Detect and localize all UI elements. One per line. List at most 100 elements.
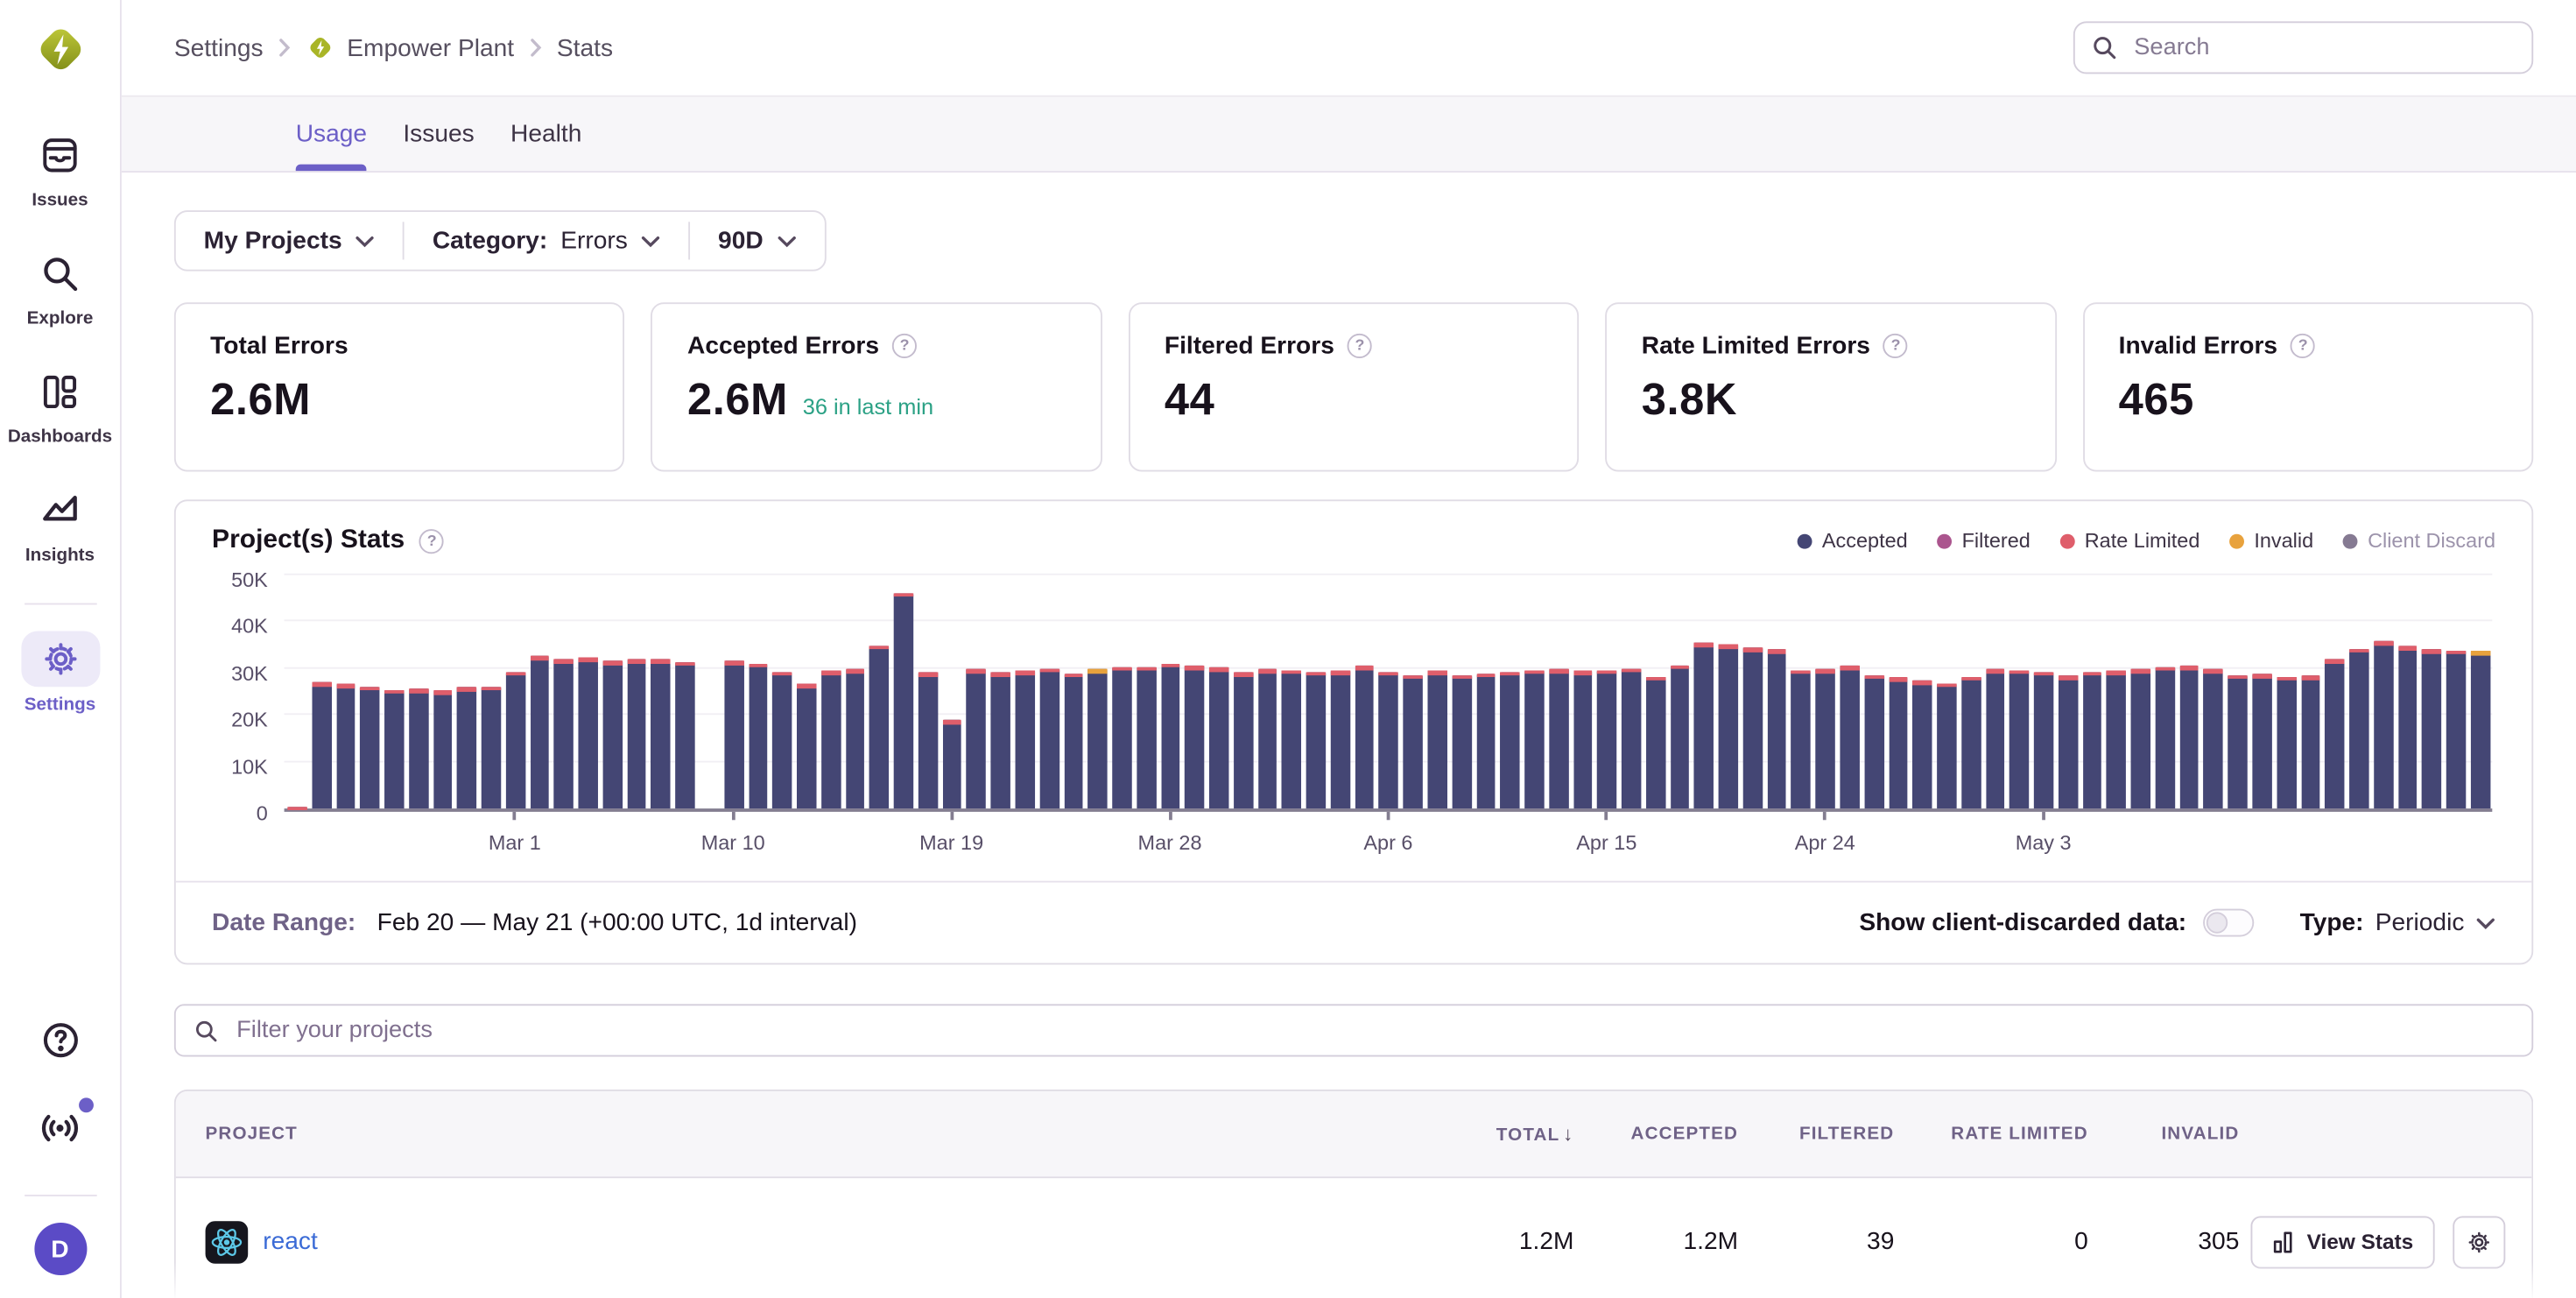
column-header-invalid[interactable]: INVALID (2088, 1124, 2240, 1144)
filter-projects-input[interactable] (233, 1016, 2513, 1046)
chart-bar (1015, 671, 1034, 808)
card-value: 2.6M (210, 375, 311, 426)
chevron-down-icon (2476, 916, 2496, 929)
chart-bar (2156, 667, 2175, 808)
column-header-project[interactable]: PROJECT (176, 1124, 1397, 1144)
tab-issues[interactable]: Issues (403, 97, 474, 171)
sidebar-divider (24, 603, 96, 605)
sidebar-item-insights[interactable]: Insights (20, 482, 99, 566)
sidebar-bottom: D (24, 1019, 96, 1298)
client-discard-toggle[interactable] (2203, 909, 2254, 937)
react-platform-icon (206, 1220, 249, 1263)
breadcrumb-organization[interactable]: Empower Plant (306, 33, 514, 63)
chart-bar (1986, 669, 2005, 808)
chart-bar (506, 671, 525, 808)
card-title: Invalid Errors (2119, 332, 2277, 360)
toggle-knob (2206, 912, 2228, 933)
type-value: Periodic (2375, 909, 2465, 937)
chart-bar (1404, 674, 1423, 808)
chart-bar (1306, 672, 1326, 808)
column-header-rate-limited[interactable]: RATE LIMITED (1894, 1124, 2087, 1144)
help-circle-icon[interactable]: ? (419, 528, 444, 553)
projects-table: PROJECT TOTAL↓ ACCEPTED FILTERED RATE LI… (174, 1090, 2533, 1298)
sidebar-item-issues[interactable]: Issues (20, 126, 99, 210)
project-stats-panel: Project(s) Stats ? AcceptedFilteredRate … (174, 499, 2533, 964)
chart-bar (1476, 674, 1496, 809)
column-header-total[interactable]: TOTAL↓ (1397, 1122, 1574, 1145)
legend-item[interactable]: Rate Limited (2060, 529, 2200, 552)
type-dropdown[interactable]: Type: Periodic (2300, 909, 2495, 937)
stat-card-rate-limited-errors: Rate Limited Errors ? 3.8K (1605, 302, 2056, 471)
legend-item[interactable]: Filtered (1937, 529, 2030, 552)
chevron-down-icon (355, 234, 376, 247)
chart-bar (1694, 644, 1714, 809)
chart-bar (2252, 674, 2271, 808)
sidebar-item-label: Issues (32, 191, 88, 211)
project-settings-button[interactable] (2453, 1216, 2505, 1268)
chart-bar (1646, 677, 1665, 808)
chart-bar (2082, 671, 2101, 808)
chart-bar (1064, 674, 1083, 808)
chart-bar (2374, 641, 2393, 808)
breadcrumb-settings[interactable]: Settings (174, 33, 264, 61)
tab-usage[interactable]: Usage (296, 97, 367, 171)
sidebar-item-label: Insights (25, 546, 95, 566)
y-axis-label: 20K (231, 709, 268, 731)
card-value: 3.8K (1642, 375, 1737, 426)
chart-bar (1234, 673, 1253, 809)
chart-bar (2131, 669, 2150, 808)
search-input[interactable] (2131, 33, 2516, 63)
chart-bar (918, 673, 938, 808)
help-circle-icon[interactable]: ? (1348, 334, 1372, 358)
legend-item[interactable]: Invalid (2229, 529, 2313, 552)
category-dropdown[interactable]: Category: Errors (405, 212, 688, 270)
chart-bar (1161, 664, 1180, 808)
org-avatar-icon (306, 33, 335, 63)
y-axis-label: 40K (231, 615, 268, 638)
help-circle-icon[interactable]: ? (892, 334, 917, 358)
sidebar-item-explore[interactable]: Explore (20, 245, 99, 329)
help-circle-icon[interactable]: ? (1883, 334, 1908, 358)
x-axis-tick: Apr 6 (1363, 812, 1412, 855)
tab-health[interactable]: Health (510, 97, 581, 171)
legend-item[interactable]: Client Discard (2343, 529, 2495, 552)
chart-bar (1137, 667, 1156, 808)
column-header-filtered[interactable]: FILTERED (1738, 1124, 1894, 1144)
sidebar-item-settings[interactable]: Settings (20, 631, 99, 715)
project-link[interactable]: react (263, 1228, 318, 1256)
chart-bar (1549, 669, 1568, 808)
whats-new-button[interactable] (38, 1106, 82, 1159)
chart-bar (967, 669, 986, 808)
sidebar-item-dashboards[interactable]: Dashboards (8, 363, 112, 448)
chart-ylabels: 010K20K30K40K50K (212, 578, 285, 811)
chart-bar (1840, 667, 1859, 809)
chart-bar (1088, 669, 1108, 808)
stat-card-invalid-errors: Invalid Errors ? 465 (2082, 302, 2533, 471)
chart-bar (312, 682, 331, 808)
chart-bar (1597, 670, 1616, 808)
help-icon (39, 1019, 81, 1062)
legend-dot (2229, 533, 2244, 548)
y-axis-label: 10K (231, 755, 268, 778)
chart-bar (1913, 681, 1932, 808)
filtered-cell: 39 (1738, 1228, 1894, 1256)
date-period-dropdown[interactable]: 90D (690, 212, 824, 270)
help-circle-icon[interactable]: ? (2291, 334, 2315, 358)
view-stats-button[interactable]: View Stats (2251, 1216, 2435, 1268)
help-button[interactable] (39, 1019, 81, 1069)
project-filter-dropdown[interactable]: My Projects (176, 212, 403, 270)
chart-bar (1767, 649, 1786, 808)
breadcrumb-current-page: Stats (557, 33, 613, 61)
legend-item[interactable]: Accepted (1798, 529, 1908, 552)
insights-chart-icon (20, 482, 99, 538)
table-row: react 1.2M 1.2M 39 0 305 View Stats (176, 1178, 2532, 1298)
column-header-accepted[interactable]: ACCEPTED (1573, 1124, 1738, 1144)
chart-bar (1889, 677, 1908, 808)
chart-bar (1816, 669, 1835, 808)
user-avatar[interactable]: D (33, 1223, 86, 1275)
accepted-cell: 1.2M (1573, 1228, 1738, 1256)
chart-bar (1937, 683, 1956, 808)
chart-bar (1791, 670, 1811, 808)
org-logo[interactable] (31, 20, 90, 88)
x-axis-tick: Apr 15 (1576, 812, 1636, 855)
